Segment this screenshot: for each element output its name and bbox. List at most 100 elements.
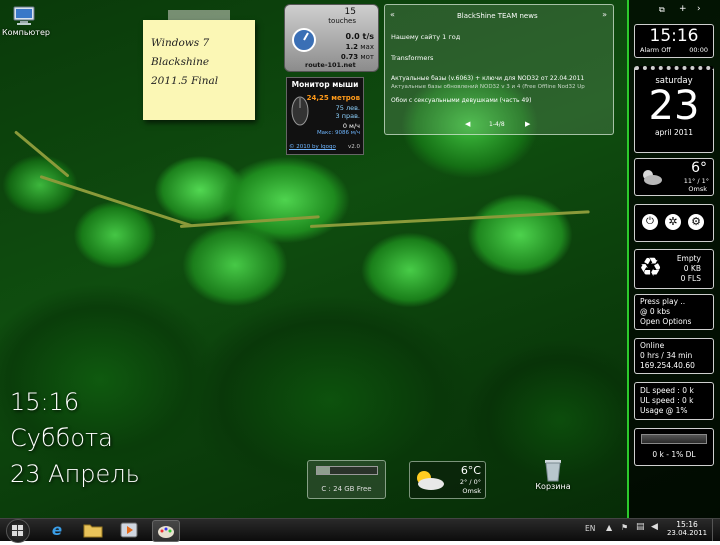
start-button[interactable] — [6, 519, 30, 543]
mouse-copyright-link[interactable]: © 2010 by Iqoqo — [289, 144, 336, 150]
net-status: Online — [640, 341, 665, 350]
calendar-month-year: april 2011 — [654, 128, 694, 137]
touch-mov-unit: мот — [360, 53, 374, 61]
weather-sidebar-gadget[interactable]: 6° 11° / 1° Omsk — [634, 158, 714, 196]
media-player-gadget[interactable]: Press play .. @ 0 kbs Open Options — [634, 294, 714, 330]
dl-speed: DL speed : 0 k — [640, 386, 694, 395]
calendar-day: 23 — [648, 83, 700, 129]
internet-explorer-taskbar-button[interactable]: e — [44, 520, 70, 540]
sticky-line: Blackshine — [151, 56, 210, 68]
recycle-kb: 0 KB — [683, 264, 701, 273]
drive-gadget[interactable]: C : 24 GB Free — [307, 460, 386, 499]
touch-mov: 0.73 — [340, 53, 359, 61]
touch-max-unit: мах — [360, 43, 374, 51]
internet-explorer-icon: e — [51, 521, 63, 539]
news-item[interactable]: Transformers — [391, 54, 433, 62]
explorer-taskbar-button[interactable] — [80, 520, 106, 540]
mouse-version: v2.0 — [347, 144, 360, 150]
mouse-monitor-gadget[interactable]: Монитор мыши 24,25 метров 75 лев. 3 прав… — [286, 77, 364, 155]
net-ip: 169.254.40.60 — [640, 361, 695, 370]
network-speed-gadget[interactable]: DL speed : 0 k UL speed : 0 k Usage @ 1% — [634, 382, 714, 420]
weather-sidebar-range: 11° / 1° — [683, 177, 709, 185]
settings-icon[interactable]: ⚙ — [688, 214, 704, 230]
tray-time: 15:16 — [676, 520, 698, 529]
clock-alarm-status: Alarm Off — [640, 46, 671, 54]
mouse-right-clicks: 3 прав. — [335, 112, 360, 120]
tray-volume-icon[interactable]: ◀ — [651, 522, 658, 532]
clock-alarm-time: 00:00 — [689, 46, 708, 54]
net-usage: Usage @ 1% — [640, 406, 688, 415]
news-right-arrow[interactable]: » — [602, 10, 607, 19]
show-desktop-button[interactable] — [712, 519, 720, 541]
news-left-arrow[interactable]: « — [390, 10, 395, 19]
mouse-max-speed: Макс: 9086 м/ч — [316, 130, 360, 136]
ul-speed: UL speed : 0 k — [640, 396, 694, 405]
recycle-fls: 0 FLS — [680, 274, 701, 283]
news-prev-button[interactable]: ◀ — [465, 120, 470, 128]
tray-action-center-icon[interactable]: ⚑ — [621, 523, 628, 532]
mouse-distance: 24,25 метров — [306, 94, 360, 102]
touch-max-row: 1.2 мах — [346, 43, 374, 51]
sidebar-options-icon[interactable]: › — [697, 4, 701, 14]
computer-desktop-icon[interactable]: Компьютер — [2, 4, 50, 37]
windows-logo-icon — [12, 525, 23, 536]
weather-temp: 6°C — [460, 464, 481, 477]
vine — [39, 175, 193, 228]
weather-city: Omsk — [462, 487, 481, 495]
touches-site-link[interactable]: route-101.net — [305, 61, 356, 69]
download-meter-bar — [641, 434, 707, 444]
computer-icon — [13, 6, 35, 25]
sidebar-window-icon[interactable]: ⧉ — [659, 5, 665, 15]
weather-gadget[interactable]: 6°C 2° / 0° Omsk — [409, 461, 486, 499]
sidebar-add-icon[interactable]: + — [679, 4, 687, 14]
touches-gadget[interactable]: 15 touches 0.0 t/s 1.2 мах 0.73 мот rout… — [284, 4, 379, 72]
tray-clock[interactable]: 15:16 23.04.2011 — [664, 520, 710, 537]
paint-taskbar-button[interactable] — [152, 520, 180, 542]
network-status-gadget[interactable]: Online 0 hrs / 34 min 169.254.40.60 — [634, 338, 714, 374]
net-uptime: 0 hrs / 34 min — [640, 351, 693, 360]
recycle-bin-gadget[interactable]: ♻ Empty 0 KB 0 FLS — [634, 249, 714, 289]
download-meter-gadget[interactable]: 0 k - 1% DL — [634, 428, 714, 466]
calendar-gadget[interactable]: saturday 23 april 2011 — [634, 66, 714, 153]
news-item[interactable]: Актуальные базы (v.6063) + ключи для NOD… — [391, 75, 584, 82]
news-item[interactable]: Нашему сайту 1 год — [391, 33, 460, 41]
power-icon[interactable]: ⏻ — [642, 214, 658, 230]
touch-mov-row: 0.73 мот — [341, 53, 374, 61]
tray-date: 23.04.2011 — [666, 529, 708, 537]
player-status: Press play .. — [640, 297, 686, 306]
touches-label: touches — [328, 17, 356, 25]
news-item[interactable]: Актуальные базы обновлений NOD32 v 3 и 4… — [391, 84, 609, 90]
desktop-clock-day: Суббота — [10, 424, 113, 452]
sticky-note[interactable]: Windows 7 Blackshine 2011.5 Final — [143, 20, 255, 120]
clock-time: 15:16 — [649, 26, 699, 46]
desktop-clock-date: 23 Апрель — [10, 460, 140, 488]
recycle-bin-desktop-icon[interactable]: Корзина — [532, 456, 574, 491]
system-toggles-gadget: ⏻ ✲ ⚙ — [634, 204, 714, 242]
sun-cloud-icon — [417, 471, 444, 490]
recycle-status: Empty — [676, 254, 701, 263]
desktop-clock-time: 15:16 — [10, 388, 80, 416]
recycle-sidebar-icon: ♻ — [639, 253, 663, 283]
language-indicator[interactable]: EN — [585, 524, 595, 533]
fan-icon[interactable]: ✲ — [665, 214, 681, 230]
news-item[interactable]: Обои с сексуальными девушками (часть 49) — [391, 97, 531, 104]
player-options-link[interactable]: Open Options — [640, 317, 691, 326]
weather-sidebar-temp: 6° — [691, 160, 707, 176]
drive-label: C : 24 GB Free — [321, 485, 372, 493]
mouse-left-clicks: 75 лев. — [335, 104, 360, 112]
drive-usage-bar — [316, 466, 378, 475]
news-next-button[interactable]: ▶ — [525, 120, 530, 128]
folder-icon — [83, 524, 103, 538]
news-gadget[interactable]: « BlackShine TEAM news » Нашему сайту 1 … — [384, 4, 614, 135]
tray-network-icon[interactable]: ▤ — [636, 522, 645, 532]
vine — [309, 210, 590, 228]
mouse-monitor-title: Монитор мыши — [291, 80, 359, 89]
news-title: BlackShine TEAM news — [457, 12, 538, 20]
media-player-taskbar-button[interactable] — [116, 520, 142, 540]
tray-show-hidden-icon[interactable]: ▲ — [606, 523, 612, 532]
recycle-bin-icon — [545, 460, 561, 482]
touches-count: 15 — [344, 7, 356, 17]
weather-range: 2° / 0° — [459, 478, 481, 486]
media-player-icon — [120, 522, 138, 538]
clock-gadget[interactable]: 15:16 Alarm Off 00:00 — [634, 24, 714, 58]
